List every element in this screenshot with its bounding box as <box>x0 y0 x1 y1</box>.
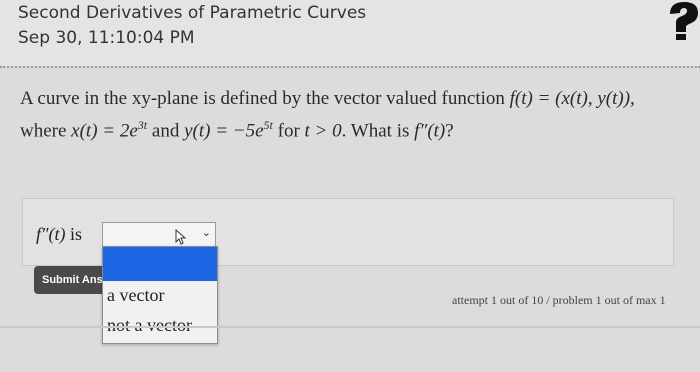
question-mark-icon[interactable] <box>664 0 700 40</box>
answer-label-text: is <box>65 224 83 244</box>
bottom-divider <box>0 326 700 328</box>
vector-function: f(t) = (x(t), y(t)), <box>509 88 635 109</box>
question-line1: A curve in the xy-plane is defined by th… <box>20 88 510 109</box>
dropdown-highlight-option[interactable] <box>103 247 217 281</box>
attempt-status: attempt 1 out of 10 / problem 1 out of m… <box>452 293 666 307</box>
header-divider <box>0 66 700 68</box>
mouse-cursor-icon <box>175 229 187 245</box>
question-text: A curve in the xy-plane is defined by th… <box>20 86 696 144</box>
question-for: for <box>272 120 305 142</box>
question-and: and <box>147 120 185 142</box>
condition: t > 0 <box>304 120 342 142</box>
chevron-down-icon: ⌄ <box>201 226 211 239</box>
x-definition: x(t) = 2e <box>71 120 138 142</box>
option-a-vector[interactable]: a vector <box>107 285 164 306</box>
header: Second Derivatives of Parametric Curves … <box>0 0 700 66</box>
timestamp: Sep 30, 11:10:04 PM <box>18 28 195 48</box>
select-dropdown: a vector not a vector <box>102 246 218 344</box>
answer-select[interactable]: ⌄ <box>102 222 216 248</box>
y-definition: y(t) = −5e <box>184 120 264 142</box>
y-exponent: 5t <box>263 118 273 132</box>
x-exponent: 3t <box>137 118 148 132</box>
page-title: Second Derivatives of Parametric Curves <box>18 3 367 23</box>
question-ask: . What is <box>341 120 415 142</box>
question-where: where <box>20 120 72 142</box>
answer-label: f″(t) is <box>36 224 82 245</box>
answer-label-math: f″(t) <box>36 224 66 244</box>
second-derivative: f″(t) <box>414 120 446 142</box>
question-mark: ? <box>445 120 454 142</box>
